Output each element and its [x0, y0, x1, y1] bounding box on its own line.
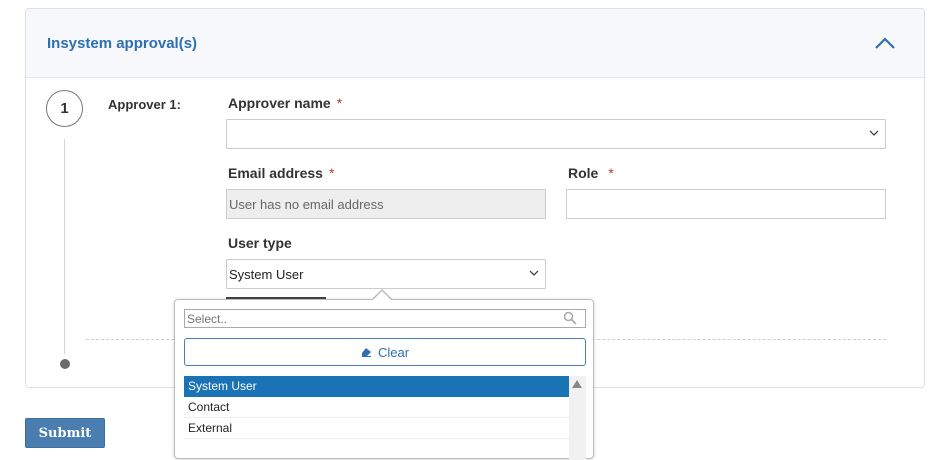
dropdown-option-system-user[interactable]: System User	[184, 376, 569, 397]
approver-name-select[interactable]	[226, 119, 886, 149]
dropdown-options-list: System User Contact External	[184, 376, 586, 460]
step-end-dot	[60, 359, 70, 369]
role-label: Role *	[568, 165, 614, 181]
user-type-select[interactable]: System User	[226, 259, 546, 289]
email-label-text: Email address	[228, 165, 323, 181]
role-input[interactable]	[566, 189, 886, 219]
user-type-label: User type	[228, 235, 292, 251]
dropdown-option-contact[interactable]: Contact	[184, 397, 569, 418]
clear-button[interactable]: Clear	[184, 338, 586, 366]
eraser-icon	[361, 348, 371, 357]
dropdown-scrollbar[interactable]	[569, 376, 586, 460]
chevron-down-icon	[529, 270, 539, 276]
step-number: 1	[46, 90, 83, 127]
scroll-up-arrow-icon[interactable]	[572, 380, 582, 388]
user-type-dropdown: Clear System User Contact External	[174, 299, 594, 460]
email-field	[226, 189, 546, 219]
required-marker: *	[608, 165, 614, 181]
submit-button[interactable]: Submit	[25, 418, 105, 448]
dropdown-pointer-inner	[373, 291, 391, 300]
chevron-up-icon[interactable]	[874, 35, 896, 51]
dropdown-option-external[interactable]: External	[184, 418, 569, 439]
role-label-text: Role	[568, 165, 599, 181]
approver-name-label: Approver name *	[228, 95, 342, 111]
email-label: Email address *	[228, 165, 334, 181]
panel-header[interactable]: Insystem approval(s)	[26, 9, 924, 78]
panel-title: Insystem approval(s)	[47, 35, 198, 52]
approver-label: Approver 1:	[108, 97, 181, 112]
required-marker: *	[328, 165, 335, 181]
clear-label: Clear	[377, 344, 410, 360]
search-icon	[563, 311, 577, 325]
chevron-down-icon	[869, 130, 879, 136]
user-type-value: System User	[229, 267, 304, 282]
dropdown-search-input[interactable]	[184, 309, 586, 328]
required-marker: *	[336, 95, 343, 111]
step-connector-line	[64, 139, 65, 354]
approver-name-label-text: Approver name	[228, 95, 331, 111]
